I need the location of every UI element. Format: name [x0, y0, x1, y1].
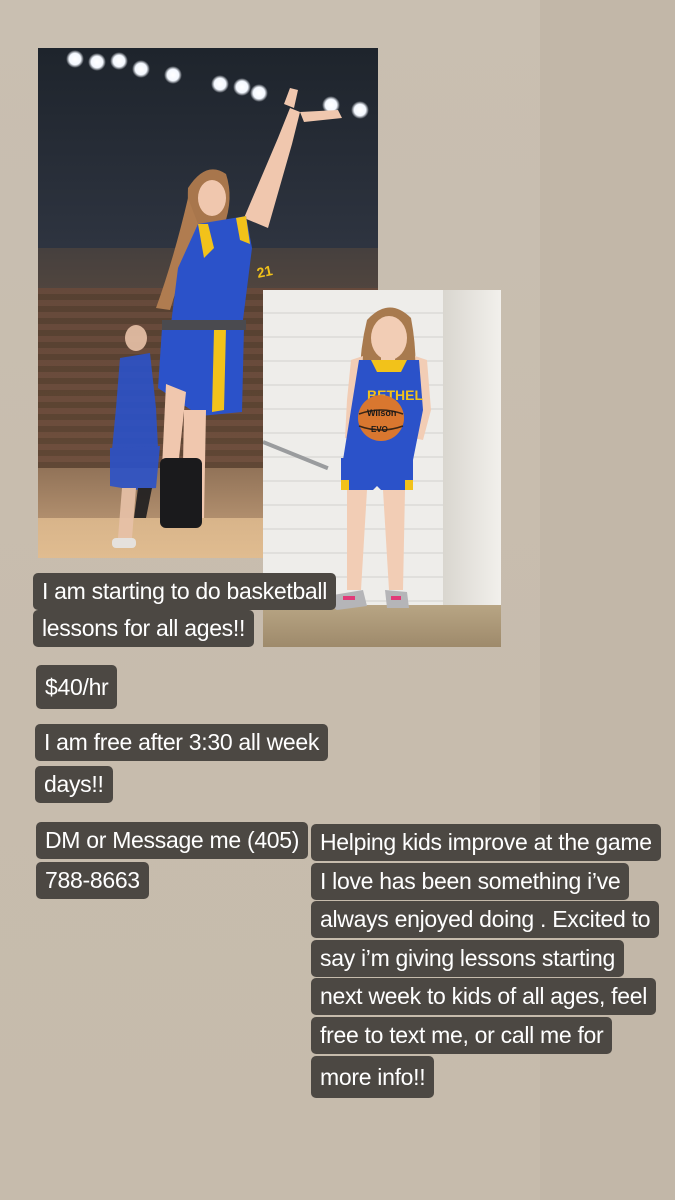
- message-line3: always enjoyed doing . Excited to: [311, 901, 660, 938]
- jersey-number: 21: [255, 262, 274, 281]
- price-caption: $40/hr: [36, 665, 118, 709]
- contact-caption-line1: DM or Message me (405): [36, 822, 309, 859]
- ball-brand: Wilson: [367, 408, 396, 418]
- contact-caption-line2: 788-8663: [36, 862, 149, 899]
- availability-caption-line1: I am free after 3:30 all week: [35, 724, 329, 761]
- ball-model: EVO: [371, 425, 388, 434]
- message-line6: free to text me, or call me for: [311, 1017, 613, 1054]
- background-player: [110, 325, 160, 548]
- lessons-caption-line2: lessons for all ages!!: [33, 610, 255, 647]
- availability-caption-line2: days!!: [35, 766, 113, 803]
- basketball: [358, 395, 404, 441]
- message-line7: more info!!: [311, 1056, 435, 1098]
- message-line5: next week to kids of all ages, feel: [311, 978, 657, 1015]
- message-line2: I love has been something i’ve: [311, 863, 630, 900]
- message-line4: say i’m giving lessons starting: [311, 940, 624, 977]
- message-line1: Helping kids improve at the game: [311, 824, 661, 861]
- lessons-caption-line1: I am starting to do basketball: [33, 573, 337, 610]
